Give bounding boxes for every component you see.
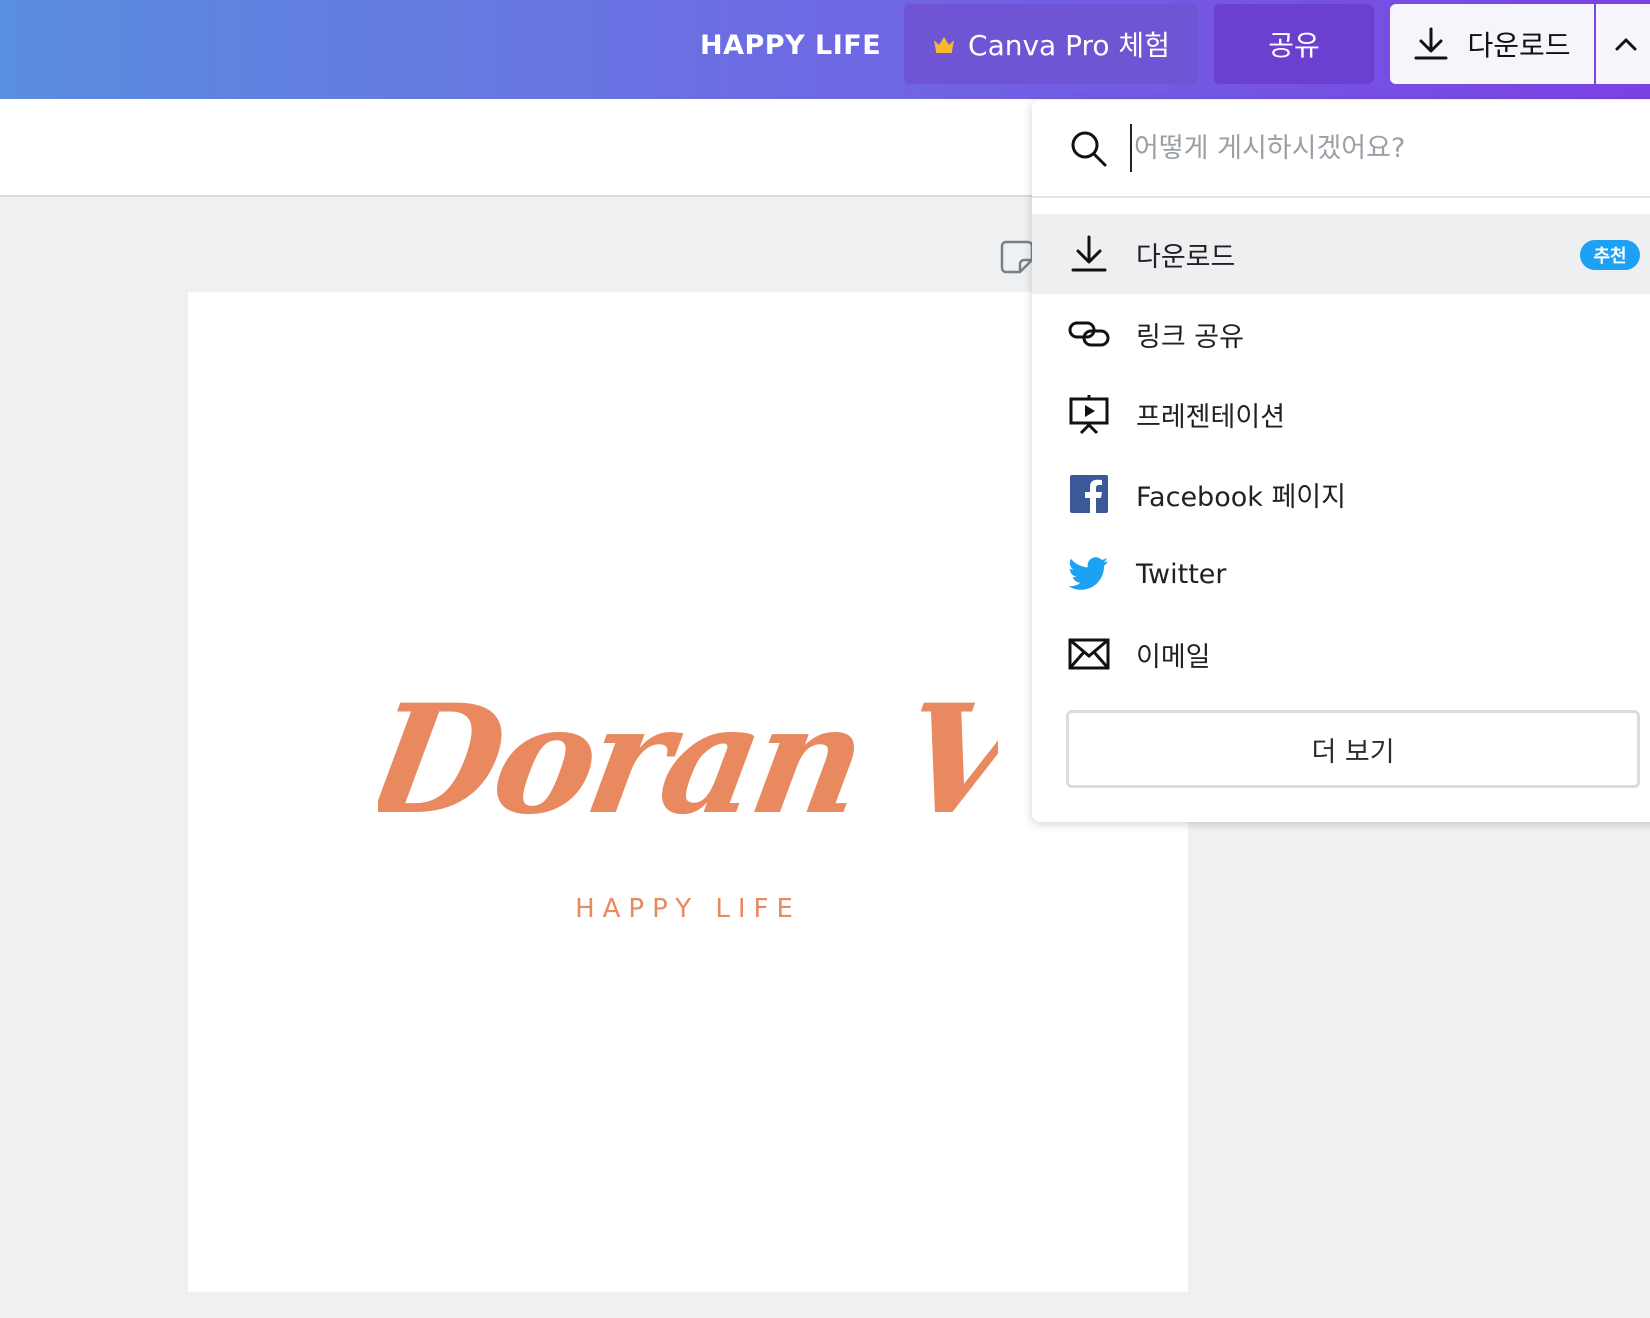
download-label: 다운로드	[1467, 29, 1571, 62]
download-icon	[1068, 233, 1110, 275]
share-label: 공유	[1268, 29, 1320, 62]
document-title[interactable]: HAPPY LIFE	[700, 26, 881, 66]
menu-item-label: 다운로드	[1136, 241, 1236, 273]
menu-item-link-share[interactable]: 링크 공유	[1032, 294, 1650, 374]
canva-pro-trial-label: Canva Pro 체험	[968, 29, 1170, 62]
chevron-up-icon	[1615, 38, 1637, 51]
twitter-icon	[1068, 553, 1110, 595]
menu-item-download[interactable]: 다운로드 추천	[1032, 214, 1650, 294]
facebook-icon	[1068, 473, 1110, 515]
share-dropdown: 다운로드 추천 링크 공유 프레젠테이션	[1032, 100, 1650, 822]
menu-item-label: 링크 공유	[1136, 321, 1244, 353]
email-icon	[1068, 633, 1110, 675]
crown-icon	[934, 37, 955, 53]
download-button[interactable]: 다운로드	[1390, 4, 1594, 84]
recommended-badge: 추천	[1580, 240, 1640, 270]
see-more-button[interactable]: 더 보기	[1066, 710, 1640, 788]
download-menu-toggle[interactable]	[1596, 4, 1650, 84]
canva-pro-trial-button[interactable]: Canva Pro 체험	[904, 4, 1198, 84]
download-icon	[1414, 27, 1448, 60]
share-button[interactable]: 공유	[1214, 4, 1374, 84]
menu-item-label: 이메일	[1136, 641, 1211, 673]
top-bar: HAPPY LIFE Canva Pro 체험 공유 다운로드	[0, 0, 1650, 99]
logo-text-value: Doran Vlog	[378, 672, 998, 848]
search-icon	[1071, 131, 1107, 167]
menu-item-email[interactable]: 이메일	[1032, 614, 1650, 694]
design-subtitle: HAPPY LIFE	[575, 894, 801, 924]
note-icon[interactable]	[1000, 240, 1034, 274]
link-icon	[1068, 313, 1110, 355]
menu-item-label: Facebook 페이지	[1136, 481, 1346, 513]
menu-item-twitter[interactable]: Twitter	[1032, 534, 1650, 614]
presentation-icon	[1068, 393, 1110, 435]
search-row	[1032, 100, 1650, 198]
logo-text: Doran Vlog	[378, 672, 998, 848]
menu-item-presentation[interactable]: 프레젠테이션	[1032, 374, 1650, 454]
menu-item-facebook[interactable]: Facebook 페이지	[1032, 454, 1650, 534]
search-input[interactable]	[1130, 124, 1630, 172]
menu-item-label: 프레젠테이션	[1136, 401, 1286, 433]
menu-item-label: Twitter	[1136, 558, 1227, 590]
